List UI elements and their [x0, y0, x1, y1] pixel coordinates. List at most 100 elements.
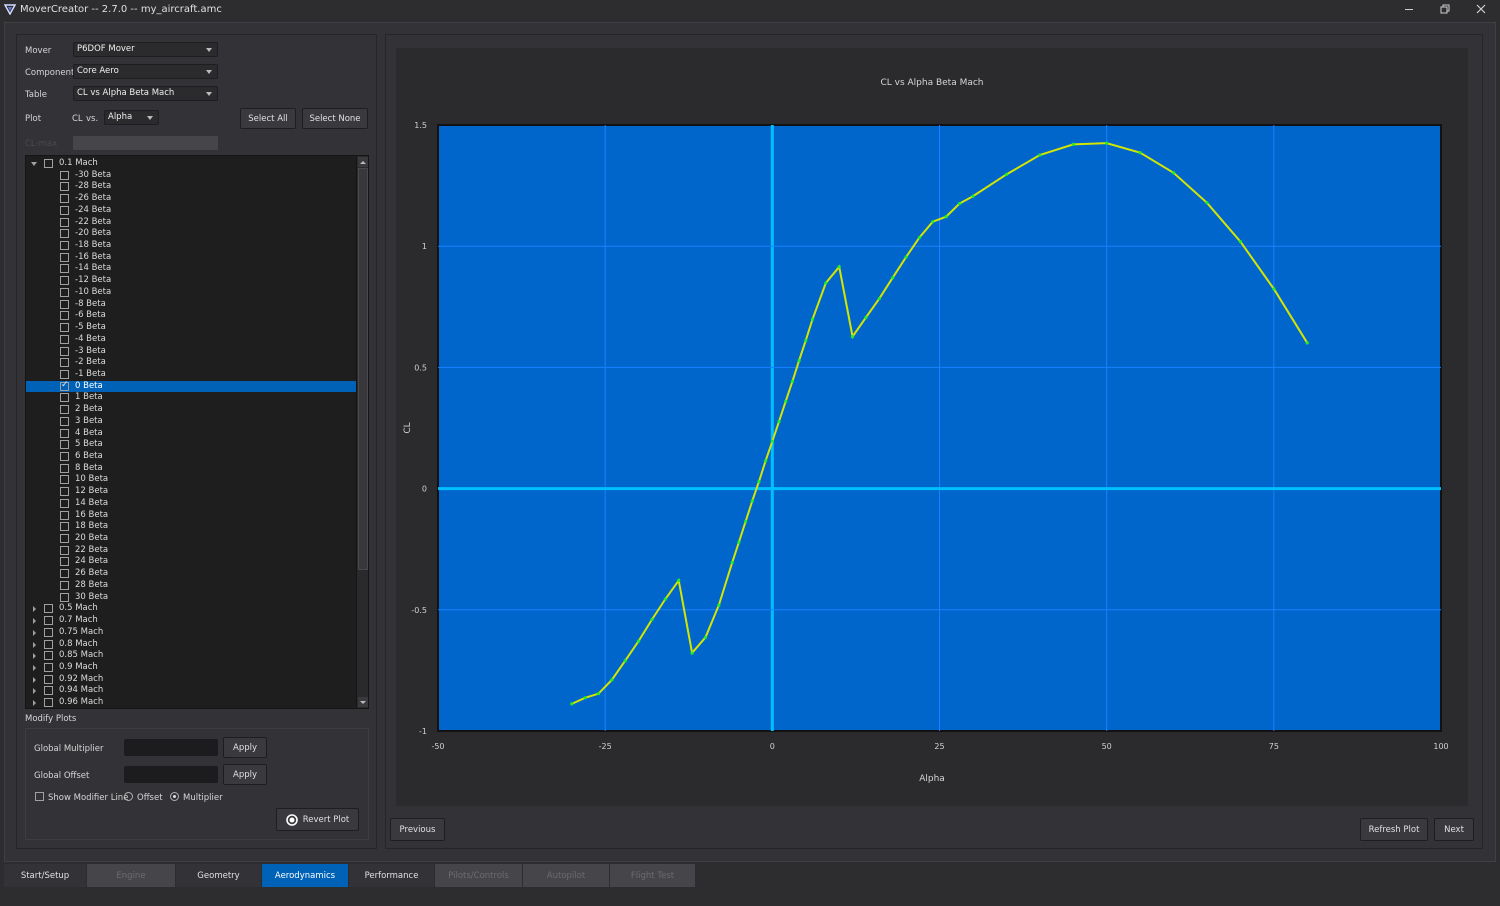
- beta-checkbox[interactable]: [60, 264, 69, 274]
- beta-checkbox[interactable]: [60, 393, 69, 403]
- expand-right-icon[interactable]: [33, 700, 36, 707]
- group-checkbox[interactable]: [44, 159, 53, 168]
- beta-checkbox[interactable]: [60, 569, 69, 579]
- tree-group-item[interactable]: 0.94 Mach: [26, 685, 357, 697]
- tab-geometry[interactable]: Geometry: [176, 864, 262, 887]
- expand-right-icon[interactable]: [33, 629, 36, 636]
- beta-checkbox[interactable]: [60, 416, 69, 426]
- tree-group-item[interactable]: 0.5 Mach: [26, 603, 357, 615]
- tree-group-item[interactable]: 0.1 Mach: [26, 158, 357, 170]
- refresh-plot-button[interactable]: Refresh Plot: [1360, 818, 1428, 841]
- tree-child-item[interactable]: -4 Beta: [26, 334, 357, 346]
- tab-performance[interactable]: Performance: [349, 864, 435, 887]
- scroll-thumb[interactable]: [358, 168, 368, 570]
- table-select[interactable]: CL vs Alpha Beta Mach: [73, 86, 218, 101]
- tree-child-item[interactable]: -14 Beta: [26, 263, 357, 275]
- tree-child-item[interactable]: -10 Beta: [26, 287, 357, 299]
- tree-child-item[interactable]: 8 Beta: [26, 463, 357, 475]
- beta-checkbox[interactable]: [60, 311, 69, 321]
- plot-independent-select[interactable]: Alpha: [104, 110, 159, 125]
- tree-child-item[interactable]: -5 Beta: [26, 322, 357, 334]
- beta-checkbox[interactable]: [60, 475, 69, 485]
- beta-checkbox[interactable]: [60, 452, 69, 461]
- beta-checkbox[interactable]: [60, 428, 69, 438]
- beta-checkbox[interactable]: [60, 346, 69, 356]
- global-offset-input[interactable]: [124, 766, 218, 783]
- tree-child-item[interactable]: 24 Beta: [26, 556, 357, 568]
- group-checkbox[interactable]: [44, 627, 53, 637]
- tree-child-item[interactable]: -20 Beta: [26, 228, 357, 240]
- tree-child-item[interactable]: 20 Beta: [26, 533, 357, 545]
- mover-select[interactable]: P6DOF Mover: [73, 42, 218, 57]
- previous-button[interactable]: Previous: [390, 818, 445, 841]
- beta-checkbox[interactable]: [60, 463, 69, 473]
- group-checkbox[interactable]: [44, 639, 53, 649]
- beta-checkbox[interactable]: [60, 217, 69, 227]
- group-checkbox[interactable]: [44, 686, 53, 696]
- tree-child-item[interactable]: 16 Beta: [26, 510, 357, 522]
- expand-right-icon[interactable]: [33, 641, 36, 648]
- beta-checkbox[interactable]: [60, 510, 69, 520]
- tree-child-item[interactable]: 4 Beta: [26, 428, 357, 440]
- beta-checkbox[interactable]: [60, 522, 69, 532]
- beta-checkbox[interactable]: [60, 229, 69, 239]
- beta-checkbox[interactable]: [60, 440, 69, 450]
- revert-plot-button[interactable]: Revert Plot: [276, 808, 359, 831]
- expand-right-icon[interactable]: [33, 688, 36, 695]
- offset-radio[interactable]: [124, 792, 133, 801]
- restore-button[interactable]: [1427, 0, 1463, 18]
- beta-checkbox[interactable]: [60, 334, 69, 344]
- beta-checkbox[interactable]: [60, 369, 69, 379]
- global-multiplier-input[interactable]: [124, 739, 218, 756]
- tree-group-item[interactable]: 0.7 Mach: [26, 615, 357, 627]
- beta-checkbox[interactable]: [60, 487, 69, 497]
- tab-start-setup[interactable]: Start/Setup: [4, 864, 87, 887]
- beta-checkbox[interactable]: [60, 299, 69, 309]
- expand-right-icon[interactable]: [33, 618, 36, 625]
- tree-child-item[interactable]: 28 Beta: [26, 580, 357, 592]
- beta-checkbox[interactable]: [60, 545, 69, 555]
- select-all-button[interactable]: Select All: [240, 108, 296, 129]
- expand-right-icon[interactable]: [33, 664, 36, 671]
- beta-checkbox[interactable]: [60, 194, 69, 204]
- expand-right-icon[interactable]: [33, 606, 36, 613]
- apply-multiplier-button[interactable]: Apply: [223, 737, 267, 758]
- expand-right-icon[interactable]: [33, 653, 36, 660]
- tree-child-item[interactable]: 1 Beta: [26, 392, 357, 404]
- tree-child-item[interactable]: 26 Beta: [26, 568, 357, 580]
- tree-child-item[interactable]: 2 Beta: [26, 404, 357, 416]
- beta-checkbox[interactable]: [60, 182, 69, 192]
- tree-child-item[interactable]: 0 Beta: [26, 380, 357, 393]
- show-modifier-line-checkbox[interactable]: [35, 792, 44, 801]
- multiplier-radio[interactable]: [170, 792, 179, 801]
- beta-checkbox[interactable]: [60, 252, 69, 262]
- tree-group-item[interactable]: 0.8 Mach: [26, 639, 357, 651]
- tree-child-item[interactable]: -3 Beta: [26, 346, 357, 358]
- tree-scrollbar[interactable]: [356, 156, 368, 708]
- next-button[interactable]: Next: [1434, 818, 1474, 841]
- tree-child-item[interactable]: 12 Beta: [26, 486, 357, 498]
- beta-checkbox[interactable]: [60, 205, 69, 215]
- beta-checkbox[interactable]: [60, 534, 69, 544]
- tree-child-item[interactable]: -8 Beta: [26, 299, 357, 311]
- tree-child-item[interactable]: -28 Beta: [26, 181, 357, 193]
- beta-checkbox[interactable]: [60, 405, 69, 415]
- tree-group-item[interactable]: 0.85 Mach: [26, 650, 357, 662]
- tree-child-item[interactable]: -12 Beta: [26, 275, 357, 287]
- tree-group-item[interactable]: 0.96 Mach: [26, 697, 357, 708]
- tree-child-item[interactable]: 3 Beta: [26, 416, 357, 428]
- expand-down-icon[interactable]: [31, 162, 37, 166]
- select-none-button[interactable]: Select None: [302, 108, 368, 129]
- beta-checkbox[interactable]: [60, 170, 69, 180]
- tree-child-item[interactable]: 10 Beta: [26, 474, 357, 486]
- tree-child-item[interactable]: 6 Beta: [26, 451, 357, 463]
- tree-child-item[interactable]: -18 Beta: [26, 240, 357, 252]
- close-button[interactable]: [1463, 0, 1499, 18]
- tree-child-item[interactable]: -1 Beta: [26, 369, 357, 381]
- tree-group-item[interactable]: 0.9 Mach: [26, 662, 357, 674]
- group-checkbox[interactable]: [44, 616, 53, 626]
- component-select[interactable]: Core Aero: [73, 64, 218, 79]
- tab-aerodynamics[interactable]: Aerodynamics: [262, 864, 349, 887]
- beta-checkbox[interactable]: [60, 580, 69, 590]
- tree-child-item[interactable]: -2 Beta: [26, 357, 357, 369]
